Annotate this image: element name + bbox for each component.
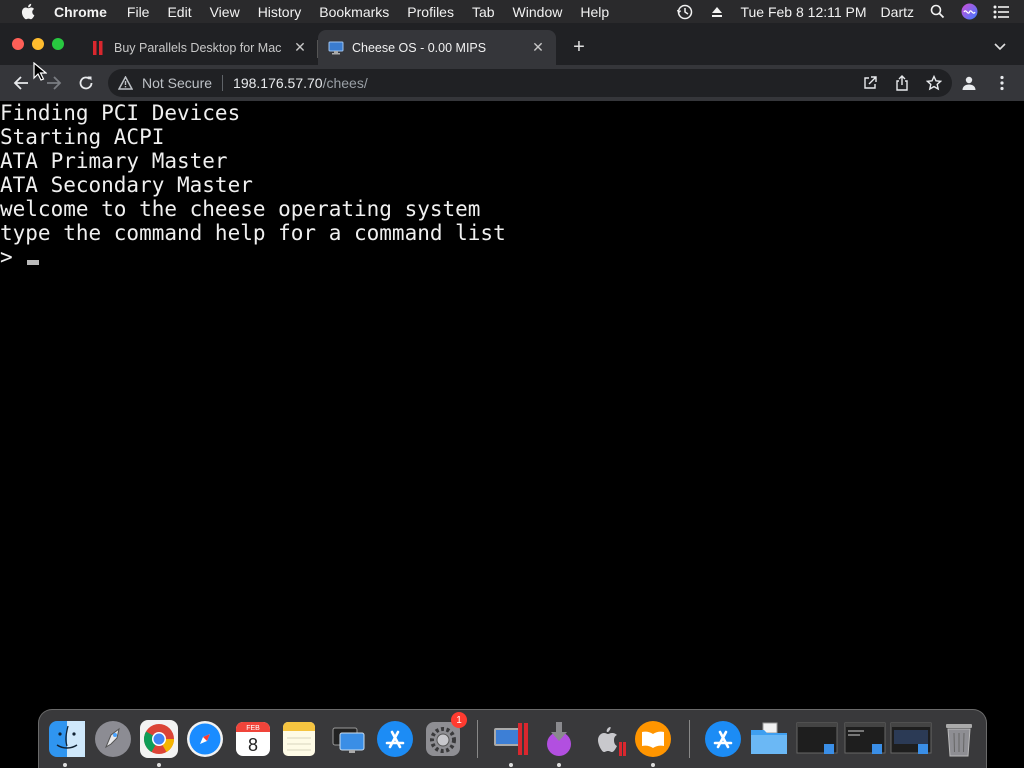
back-arrow-icon[interactable] xyxy=(10,72,32,94)
window-thumbnail-icon[interactable] xyxy=(889,717,933,761)
menu-window[interactable]: Window xyxy=(513,4,563,20)
parallels-desktop-icon[interactable] xyxy=(489,717,533,761)
terminal-line: Starting ACPI xyxy=(0,125,165,149)
browser-toolbar: Not Secure 198.176.57.70/chees/ xyxy=(0,65,1024,101)
terminal-line: welcome to the cheese operating system xyxy=(0,197,481,221)
parallels-icon xyxy=(90,40,106,56)
menu-history[interactable]: History xyxy=(258,4,302,20)
url-host: 198.176.57.70 xyxy=(233,75,323,91)
menu-file[interactable]: File xyxy=(127,4,150,20)
books-icon[interactable] xyxy=(631,717,675,761)
menu-help[interactable]: Help xyxy=(580,4,609,20)
profile-avatar-icon[interactable] xyxy=(958,72,980,94)
eject-icon[interactable] xyxy=(708,3,726,21)
new-tab-button[interactable]: + xyxy=(568,36,590,58)
macos-menu-bar: Chrome File Edit View History Bookmarks … xyxy=(0,0,1024,23)
macos-dock: FEB 8 1 xyxy=(38,709,987,768)
menubar-user[interactable]: Dartz xyxy=(881,4,914,20)
dock-divider xyxy=(477,720,478,758)
tab-title: Buy Parallels Desktop for Mac xyxy=(114,40,282,55)
terminal-line: ATA Primary Master xyxy=(0,149,228,173)
tab-parallels[interactable]: Buy Parallels Desktop for Mac ✕ xyxy=(80,30,318,65)
running-indicator xyxy=(651,763,655,767)
terminal-line: Finding PCI Devices xyxy=(0,101,241,125)
close-tab-icon[interactable]: ✕ xyxy=(530,39,546,56)
url-path: /chees/ xyxy=(322,75,368,91)
menu-profiles[interactable]: Profiles xyxy=(407,4,454,20)
menubar-clock[interactable]: Tue Feb 8 12:11 PM xyxy=(740,4,866,20)
menu-app-name[interactable]: Chrome xyxy=(54,4,107,20)
installer-icon[interactable] xyxy=(537,717,581,761)
browser-tab-strip: Buy Parallels Desktop for Mac ✕ Cheese O… xyxy=(0,23,1024,65)
bookmark-star-icon[interactable] xyxy=(924,73,944,93)
running-indicator xyxy=(63,763,67,767)
tab-search-chevron-icon[interactable] xyxy=(990,37,1010,57)
command-prompt[interactable]: > xyxy=(0,245,1024,269)
mouse-pointer-icon xyxy=(33,62,47,81)
launchpad-icon[interactable] xyxy=(91,717,135,761)
time-machine-icon[interactable] xyxy=(676,3,694,21)
fullscreen-window-button[interactable] xyxy=(52,38,64,50)
close-tab-icon[interactable]: ✕ xyxy=(292,39,308,56)
system-preferences-icon[interactable]: 1 xyxy=(421,712,467,761)
text-cursor xyxy=(26,259,39,265)
terminal-line: ATA Secondary Master xyxy=(0,173,253,197)
more-menu-icon[interactable] xyxy=(991,72,1013,94)
running-indicator xyxy=(509,763,513,767)
calendar-icon[interactable]: FEB 8 xyxy=(231,717,275,761)
terminal-line: type the command help for a command list xyxy=(0,221,506,245)
tab-title: Cheese OS - 0.00 MIPS xyxy=(352,40,487,55)
omnibox-divider xyxy=(222,75,224,91)
menu-bookmarks[interactable]: Bookmarks xyxy=(319,4,389,20)
window-controls xyxy=(12,38,64,50)
chrome-icon[interactable] xyxy=(137,717,181,761)
cheese-os-terminal[interactable]: Finding PCI Devices Starting ACPI ATA Pr… xyxy=(0,101,1024,705)
window-thumbnail-icon[interactable] xyxy=(843,717,887,761)
trash-icon[interactable] xyxy=(937,717,981,761)
finder-icon[interactable] xyxy=(45,717,89,761)
calendar-day: 8 xyxy=(248,735,258,755)
siri-icon[interactable] xyxy=(960,3,978,21)
safari-icon[interactable] xyxy=(183,717,227,761)
dock-divider xyxy=(689,720,690,758)
close-window-button[interactable] xyxy=(12,38,24,50)
monitor-icon xyxy=(328,40,344,56)
running-indicator xyxy=(157,763,161,767)
window-thumbnail-icon[interactable] xyxy=(795,717,839,761)
warning-triangle-icon[interactable] xyxy=(118,75,134,91)
calendar-month: FEB xyxy=(246,725,260,732)
menu-view[interactable]: View xyxy=(210,4,240,20)
notes-icon[interactable] xyxy=(277,717,321,761)
spotlight-search-icon[interactable] xyxy=(928,3,946,21)
menubar-status-area: Tue Feb 8 12:11 PM Dartz xyxy=(676,0,1024,23)
share-icon[interactable] xyxy=(892,73,912,93)
menu-edit[interactable]: Edit xyxy=(167,4,191,20)
app-store-folder-icon[interactable] xyxy=(701,717,745,761)
prompt-symbol: > xyxy=(0,245,13,269)
screen-sharing-icon[interactable] xyxy=(327,717,371,761)
address-bar[interactable]: Not Secure 198.176.57.70/chees/ xyxy=(108,69,952,97)
tab-cheese-os[interactable]: Cheese OS - 0.00 MIPS ✕ xyxy=(318,30,556,65)
minimize-window-button[interactable] xyxy=(32,38,44,50)
reload-icon[interactable] xyxy=(75,72,97,94)
boot-camp-icon[interactable] xyxy=(585,717,629,761)
notification-badge: 1 xyxy=(451,712,467,728)
control-center-icon[interactable] xyxy=(992,3,1010,21)
apple-menu-icon[interactable] xyxy=(20,3,36,20)
menu-tab[interactable]: Tab xyxy=(472,4,495,20)
folder-icon[interactable] xyxy=(747,717,791,761)
security-status-label[interactable]: Not Secure xyxy=(142,75,212,91)
omnibox-actions xyxy=(860,73,944,93)
running-indicator xyxy=(557,763,561,767)
app-store-icon[interactable] xyxy=(373,717,417,761)
open-external-icon[interactable] xyxy=(860,73,880,93)
